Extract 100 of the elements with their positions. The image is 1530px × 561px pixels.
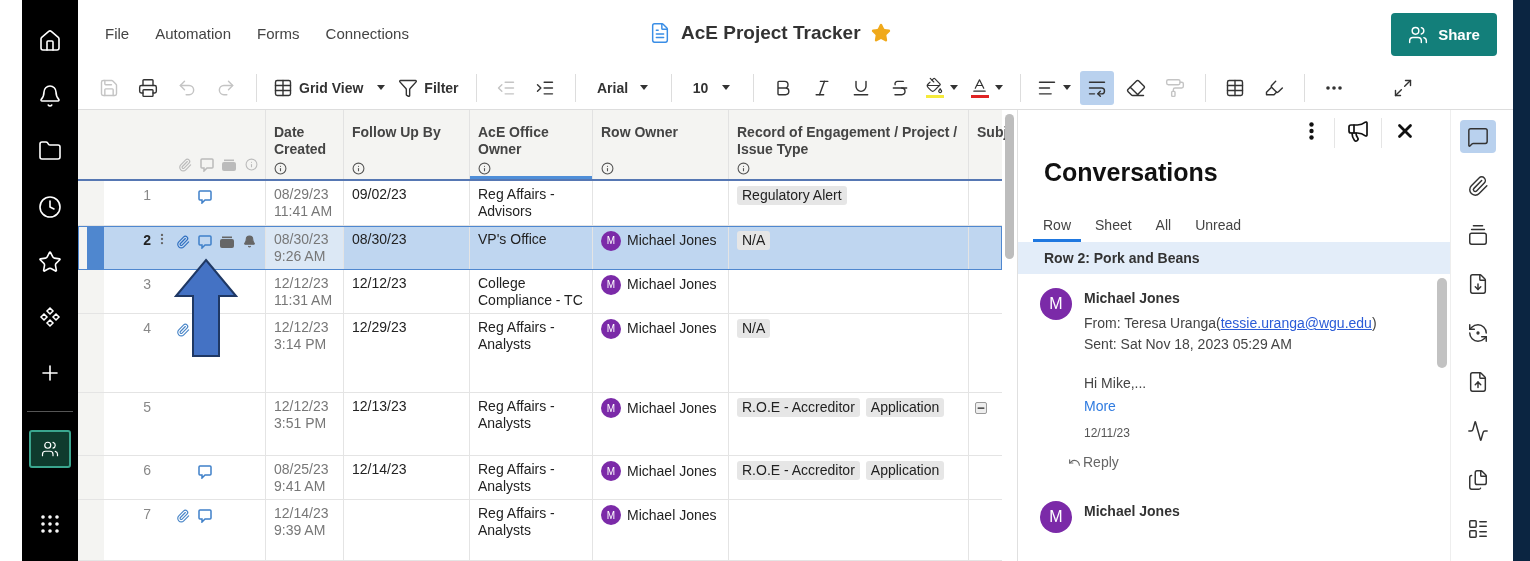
table-cell-text: 12/12/23 xyxy=(274,274,330,292)
view-dropdown[interactable]: Grid View xyxy=(269,70,390,105)
collapse-icon[interactable] xyxy=(975,402,987,415)
table-cell-text: 12/12/23 xyxy=(274,318,330,336)
table-cell-text: Reg Affairs - Analysts xyxy=(478,461,556,496)
panel-title: Conversations xyxy=(1044,158,1219,188)
filter-button[interactable]: Filter xyxy=(394,70,463,105)
refresh-icon xyxy=(1467,321,1489,344)
column-header[interactable]: Record of Engagement / Project / Issue Type xyxy=(728,110,968,179)
font-size-dropdown[interactable]: 10 xyxy=(683,70,740,105)
caret-icon xyxy=(722,85,731,90)
column-header[interactable]: Row Owner xyxy=(592,110,728,179)
font-dropdown[interactable]: Arial xyxy=(587,70,658,105)
table-row[interactable]: 2 08/30/23 9:26 AM 08/30/23 VP's Office M Michael Jones N/A xyxy=(78,225,1002,270)
info-icon xyxy=(478,161,491,175)
table-cell-text: Reg Affairs - Analysts xyxy=(478,318,556,353)
table-icon xyxy=(1224,77,1245,98)
paperclip-icon[interactable] xyxy=(176,509,190,524)
column-header[interactable]: Date Created xyxy=(265,110,343,179)
table-cell-text: Reg Affairs - Analysts xyxy=(478,505,556,540)
row-number: 7 xyxy=(142,506,152,523)
wrap-text-button[interactable] xyxy=(1079,70,1114,105)
column-header[interactable]: AcE Office Owner xyxy=(469,110,592,179)
owner-name: Michael Jones xyxy=(627,506,717,524)
scrollbar-thumb[interactable] xyxy=(1437,278,1447,368)
table-cell-text: 12/14/23 xyxy=(352,461,408,479)
bell-icon[interactable] xyxy=(242,235,256,249)
tag: N/A xyxy=(737,230,771,250)
diamonds-icon xyxy=(39,306,61,329)
caret-icon xyxy=(1062,85,1071,90)
reply-icon xyxy=(1068,456,1081,469)
scrollbar-thumb[interactable] xyxy=(1005,114,1014,259)
activity-icon xyxy=(1467,419,1489,442)
clock-icon xyxy=(38,194,62,219)
table-cell-text: 12/12/23 xyxy=(274,398,330,416)
owner-name: Michael Jones xyxy=(627,232,717,250)
caret-icon xyxy=(640,85,649,90)
share-button[interactable]: Share xyxy=(1391,13,1497,56)
rail-button[interactable] xyxy=(1460,120,1496,153)
menu-item[interactable]: Automation xyxy=(155,24,232,42)
more-link[interactable]: More xyxy=(1084,396,1377,417)
table-cell-text: 9:39 AM xyxy=(274,522,327,540)
row-context: Row 2: Pork and Beans xyxy=(1044,250,1200,266)
favorite-star-icon[interactable] xyxy=(870,23,891,43)
people-icon xyxy=(41,439,59,458)
email-link[interactable]: tessie.uranga@wgu.edu xyxy=(1220,315,1372,331)
sidebar-button[interactable] xyxy=(29,430,71,468)
caret-icon xyxy=(377,85,386,90)
owner-name: Michael Jones xyxy=(627,276,717,294)
owner-name: Michael Jones xyxy=(627,399,717,417)
paint-roller-icon xyxy=(1164,77,1185,98)
info-icon xyxy=(352,161,365,175)
comment-date: 12/11/23 xyxy=(1084,425,1131,442)
stack-icon xyxy=(1467,223,1489,246)
table-cell-text: Reg Affairs - Advisors xyxy=(478,185,556,220)
reply-button[interactable]: Reply xyxy=(1068,452,1377,473)
owner-name: Michael Jones xyxy=(627,462,717,480)
table-cell-text: 3:14 PM xyxy=(274,335,328,353)
row-number: 2 xyxy=(142,231,152,248)
comment-author: Michael Jones xyxy=(1084,289,1181,308)
tab[interactable]: Sheet xyxy=(1085,215,1142,243)
table-row[interactable]: 6 08/25/23 9:41 AM 12/14/23 Reg Affairs - Analysts M Michael Jones R.O.E - Accreditor Application xyxy=(78,456,1002,501)
table-row[interactable]: 5 12/12/23 3:51 PM 12/13/23 Reg Affairs - Analysts M Michael Jones R.O.E - Accreditor Application xyxy=(78,393,1002,457)
avatar: M xyxy=(1040,288,1072,320)
table-row[interactable]: 7 12/14/23 9:39 AM Reg Affairs - Analysts M Michael Jones xyxy=(78,500,1002,561)
table-cell-text: 08/29/23 xyxy=(274,185,330,203)
info-icon xyxy=(601,161,614,175)
table-cell-text: 12/13/23 xyxy=(352,398,408,416)
paperclip-icon[interactable] xyxy=(176,322,190,337)
avatar: M xyxy=(601,230,621,251)
row-gutter xyxy=(78,225,104,269)
row-number: 6 xyxy=(142,462,152,479)
more-icon xyxy=(1308,122,1314,141)
people-icon xyxy=(1408,24,1429,45)
caret-icon xyxy=(949,85,958,90)
menu-item[interactable]: File xyxy=(105,24,130,42)
paint-bucket-icon xyxy=(925,77,944,98)
paperclip-icon[interactable] xyxy=(176,234,190,249)
avatar: M xyxy=(601,398,621,419)
save-icon xyxy=(99,77,119,98)
tab[interactable]: Unread xyxy=(1185,215,1252,243)
table-cell-text: 9:41 AM xyxy=(274,478,327,496)
eraser-icon xyxy=(1125,77,1146,98)
avatar: M xyxy=(601,505,621,526)
tag: N/A xyxy=(737,318,771,338)
tab[interactable]: All xyxy=(1145,215,1182,243)
comment-icon xyxy=(200,157,214,172)
table-cell-text: 08/25/23 xyxy=(274,461,330,479)
table-row[interactable]: 1 08/29/23 11:41 AM 09/02/23 Reg Affairs - Advisors Regulatory Alert xyxy=(78,180,1002,226)
table-cell-text: 12/12/23 xyxy=(352,274,408,292)
table-cell-text: 12/14/23 xyxy=(274,505,330,523)
menu-item[interactable]: Forms xyxy=(257,24,300,42)
expand-icon xyxy=(1392,77,1413,98)
stack-icon xyxy=(222,158,236,171)
menu-item[interactable]: Connections xyxy=(325,24,409,42)
table-cell-text: 9:26 AM xyxy=(274,247,327,265)
column-header[interactable]: Follow Up By xyxy=(343,110,469,179)
star-icon xyxy=(38,250,62,275)
table-cell-text: 3:51 PM xyxy=(274,415,328,433)
avatar: M xyxy=(601,461,621,482)
